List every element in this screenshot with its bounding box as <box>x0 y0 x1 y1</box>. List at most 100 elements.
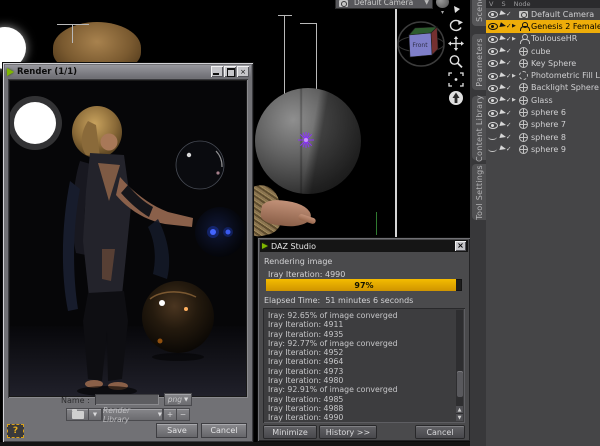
selectability-cursor-icon[interactable] <box>500 21 512 31</box>
node-row-key-sphere[interactable]: Key Sphere <box>486 57 600 69</box>
progress-percent: 97% <box>354 280 374 290</box>
node-row-genesis-2-female-selected[interactable]: ▶ Genesis 2 Female <box>486 20 600 33</box>
hanging-wire <box>316 23 317 96</box>
node-row-glass[interactable]: ▶ Glass <box>486 94 600 106</box>
node-row-toulousehr[interactable]: ▶ ToulouseHR <box>486 33 600 45</box>
help-button[interactable]: ? <box>7 424 24 438</box>
node-row-photometric-fill-lights[interactable]: ▶ Photometric Fill Lights <box>486 69 600 81</box>
dialog-close-button[interactable]: × <box>455 241 466 251</box>
camera-selector-dropdown[interactable]: Default Camera ▼ <box>335 0 433 9</box>
selectability-cursor-icon[interactable] <box>500 83 512 93</box>
name-input[interactable] <box>95 394 159 405</box>
visibility-eye-icon[interactable] <box>488 46 500 57</box>
group-icon <box>519 71 528 81</box>
tab-tool-settings[interactable]: Tool Settings <box>472 164 486 220</box>
visibility-eye-icon[interactable] <box>488 70 500 81</box>
node-row-default-camera[interactable]: Default Camera <box>486 8 600 20</box>
visibility-eye-icon[interactable] <box>488 107 500 118</box>
view-cube[interactable]: Front <box>396 18 446 70</box>
cursor-tool-icon[interactable] <box>448 6 464 16</box>
render-window[interactable]: Render (1/1) × Name: png ▼ ▼ Render Lib… <box>3 63 253 442</box>
log-line: Iray: 92.91% of image converged <box>268 385 398 395</box>
add-button[interactable]: + <box>164 409 176 420</box>
point-light-star-icon[interactable] <box>297 131 315 149</box>
visibility-eye-icon[interactable] <box>488 58 500 69</box>
orbit-tool-icon[interactable] <box>448 19 464 33</box>
dialog-title: DAZ Studio <box>271 241 316 251</box>
render-window-title: Render (1/1) <box>17 66 78 77</box>
node-row-cube[interactable]: cube <box>486 45 600 57</box>
selectability-cursor-icon[interactable] <box>500 108 512 118</box>
visibility-eye-icon[interactable] <box>488 119 500 130</box>
log-scrollbar[interactable]: ▲ ▼ <box>456 310 463 421</box>
render-progress-dialog[interactable]: DAZ Studio × Rendering image Iray Iterat… <box>258 238 470 441</box>
cancel-render-button[interactable]: Cancel <box>416 426 464 438</box>
tab-content-library[interactable]: Content Library <box>472 95 486 161</box>
expand-arrow-icon[interactable]: ▶ <box>512 23 519 29</box>
geometry-icon <box>519 132 528 142</box>
visibility-eye-icon[interactable] <box>488 82 500 93</box>
node-row-sphere-8[interactable]: sphere 8 <box>486 131 600 143</box>
node-row-sphere-7[interactable]: sphere 7 <box>486 119 600 131</box>
remove-button[interactable]: − <box>177 409 189 420</box>
node-row-sphere-9[interactable]: sphere 9 <box>486 143 600 155</box>
render-progress-bar: 97% <box>266 279 462 291</box>
log-line: Iray Iteration: 4988 <box>268 403 344 413</box>
scrollbar-thumb[interactable] <box>456 371 463 397</box>
node-label: sphere 9 <box>531 144 566 154</box>
tab-scene[interactable]: Scene <box>472 0 486 26</box>
pan-tool-icon[interactable] <box>448 36 464 51</box>
chevron-down-icon[interactable]: ▾ <box>441 9 444 16</box>
node-row-sphere-6[interactable]: sphere 6 <box>486 106 600 118</box>
visibility-eye-icon[interactable] <box>488 95 500 106</box>
render-library-dropdown[interactable]: Render Library ▼ <box>103 406 162 424</box>
selectability-cursor-icon[interactable] <box>500 95 512 105</box>
green-axis-line <box>376 212 377 235</box>
scroll-down-icon[interactable]: ▼ <box>456 414 463 421</box>
visibility-eye-icon[interactable] <box>488 21 500 32</box>
visibility-eye-icon[interactable] <box>488 33 500 44</box>
maximize-button[interactable] <box>224 66 236 77</box>
node-row-backlight-sphere[interactable]: Backlight Sphere <box>486 82 600 94</box>
iteration-label: Iray Iteration: 4990 <box>268 270 346 279</box>
expand-arrow-icon[interactable]: ▶ <box>512 97 519 103</box>
save-location-dropdown[interactable]: ▼ <box>89 409 101 420</box>
minimize-dialog-button[interactable]: Minimize <box>264 426 316 438</box>
daz-arrow-icon <box>7 67 14 76</box>
visibility-eye-icon[interactable] <box>488 9 500 20</box>
render-log[interactable]: Iray: 92.65% of image converged Iray Ite… <box>263 308 465 423</box>
selectability-cursor-icon[interactable] <box>500 9 512 19</box>
node-label: Key Sphere <box>531 58 577 68</box>
close-button[interactable]: × <box>237 66 249 77</box>
tab-parameters[interactable]: Parameters <box>472 34 486 90</box>
node-label: ToulouseHR <box>531 34 578 44</box>
render-window-titlebar[interactable]: Render (1/1) × <box>5 65 251 78</box>
expand-arrow-icon[interactable]: ▶ <box>512 36 519 42</box>
visibility-eye-closed-icon[interactable] <box>488 132 500 143</box>
frame-tool-icon[interactable] <box>448 72 464 87</box>
scroll-up-icon[interactable]: ▲ <box>456 406 463 413</box>
selectability-cursor-icon[interactable] <box>500 71 512 81</box>
selectability-cursor-icon[interactable] <box>500 120 512 130</box>
selectability-cursor-icon[interactable] <box>500 144 512 154</box>
zoom-tool-icon[interactable] <box>448 54 464 69</box>
dialog-titlebar[interactable]: DAZ Studio × <box>260 240 468 252</box>
save-location-button[interactable] <box>67 408 88 420</box>
expand-arrow-icon[interactable]: ▶ <box>512 73 519 79</box>
save-button[interactable]: Save <box>157 424 197 437</box>
selectability-cursor-icon[interactable] <box>500 58 512 68</box>
selectability-cursor-icon[interactable] <box>500 132 512 142</box>
aim-tool-icon[interactable] <box>448 90 464 106</box>
minimize-button[interactable] <box>211 66 223 77</box>
selectability-cursor-icon[interactable] <box>500 34 512 44</box>
right-sidebar: Scene Parameters Content Library Tool Se… <box>470 0 600 446</box>
format-dropdown[interactable]: png ▼ <box>165 394 191 405</box>
selectability-cursor-icon[interactable] <box>500 46 512 56</box>
node-label: cube <box>531 46 551 56</box>
figure-icon <box>519 21 530 32</box>
visibility-eye-closed-icon[interactable] <box>488 144 500 155</box>
camera-selector-label: Default Camera <box>354 0 414 7</box>
geometry-icon <box>519 95 528 105</box>
history-button[interactable]: History >> <box>320 426 376 438</box>
cancel-button[interactable]: Cancel <box>202 424 246 437</box>
